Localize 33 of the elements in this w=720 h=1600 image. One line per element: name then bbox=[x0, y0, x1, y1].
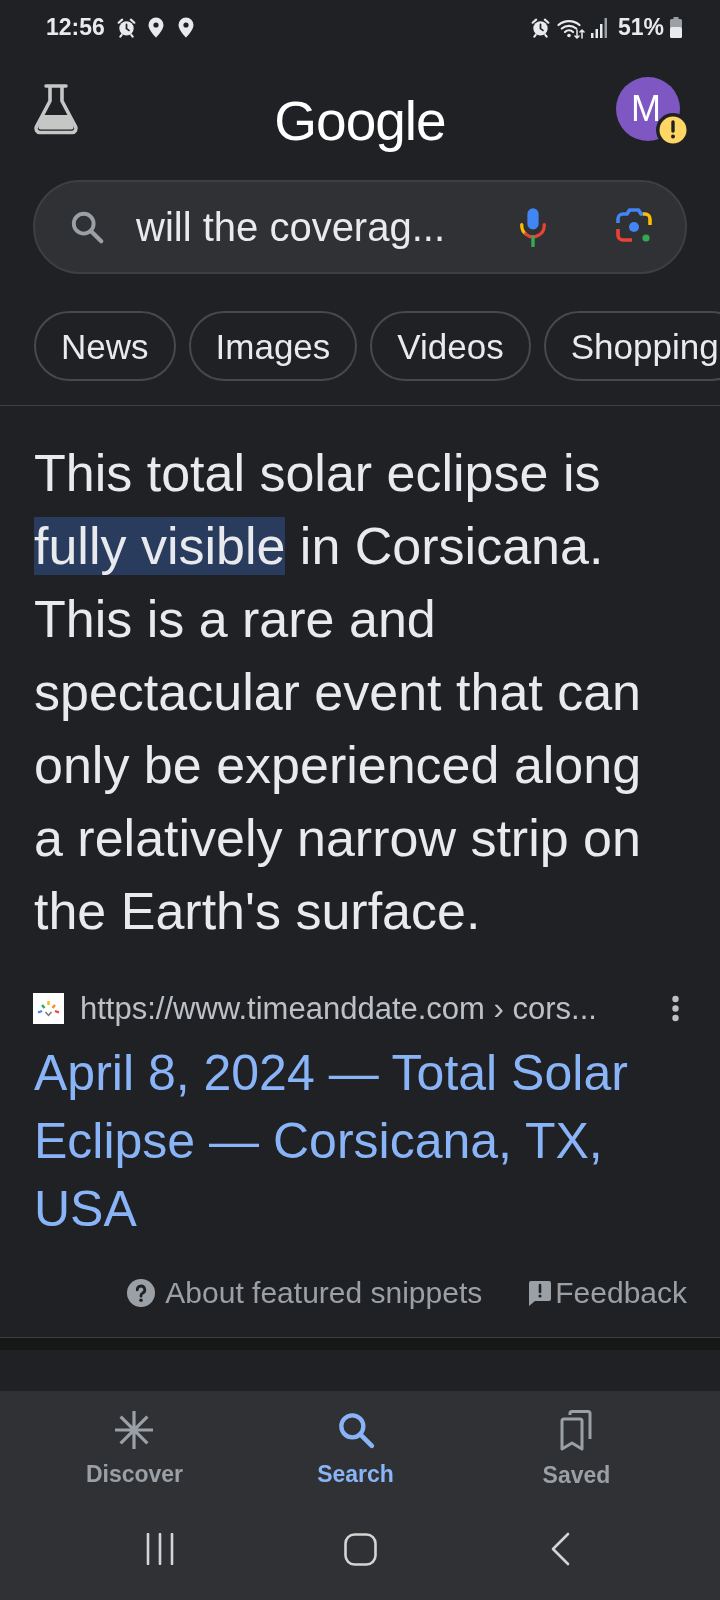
search-icon bbox=[69, 209, 105, 245]
bottom-nav-tab[interactable]: Discover bbox=[85, 1410, 184, 1489]
filter-chip[interactable]: News bbox=[34, 311, 176, 381]
signal-icon bbox=[590, 17, 608, 38]
location-pin-icon bbox=[177, 17, 194, 38]
help-icon bbox=[127, 1279, 156, 1307]
result-title-link[interactable]: April 8, 2024 — Total Solar Eclipse — Corsicana, TX, USA bbox=[34, 1039, 664, 1243]
filter-chip[interactable]: Shopping bbox=[543, 311, 720, 381]
source-url[interactable]: https://www.timeanddate.com › cors... bbox=[80, 992, 671, 1024]
alarm-icon bbox=[529, 17, 551, 38]
home-icon[interactable] bbox=[343, 1532, 377, 1566]
filter-chip[interactable]: Videos bbox=[370, 311, 531, 381]
speech-bubble-icon bbox=[528, 1279, 553, 1307]
recent-apps-icon[interactable] bbox=[145, 1533, 175, 1565]
snippet-text: This total solar eclipse is fully visible in Corsicana. This is a rare and spectacular event that can only be experienced along a relatively narrow strip on the Earth's surface. bbox=[34, 443, 643, 942]
filter-chip[interactable]: Images bbox=[188, 311, 358, 381]
back-icon[interactable] bbox=[550, 1532, 570, 1566]
bookmarks-icon bbox=[560, 1410, 593, 1451]
alarm-icon bbox=[115, 17, 137, 38]
footer-link[interactable]: About featured snippets bbox=[127, 1278, 483, 1308]
footer-link[interactable]: Feedback bbox=[528, 1278, 687, 1308]
site-favicon-icon bbox=[33, 992, 64, 1024]
bottom-nav-tab[interactable]: Saved bbox=[542, 1410, 611, 1489]
asterisk-icon bbox=[114, 1410, 155, 1450]
search-field[interactable]: will the coverag... bbox=[136, 203, 508, 251]
more-options-icon[interactable] bbox=[671, 994, 680, 1022]
battery-icon bbox=[670, 17, 682, 38]
location-pin-icon bbox=[147, 17, 164, 38]
microphone-icon[interactable] bbox=[518, 207, 548, 247]
status-time: 12:56 bbox=[46, 16, 105, 39]
battery-percent: 51% bbox=[617, 16, 664, 39]
flask-icon[interactable] bbox=[31, 83, 81, 135]
bottom-nav-tab[interactable]: Search bbox=[317, 1410, 394, 1489]
